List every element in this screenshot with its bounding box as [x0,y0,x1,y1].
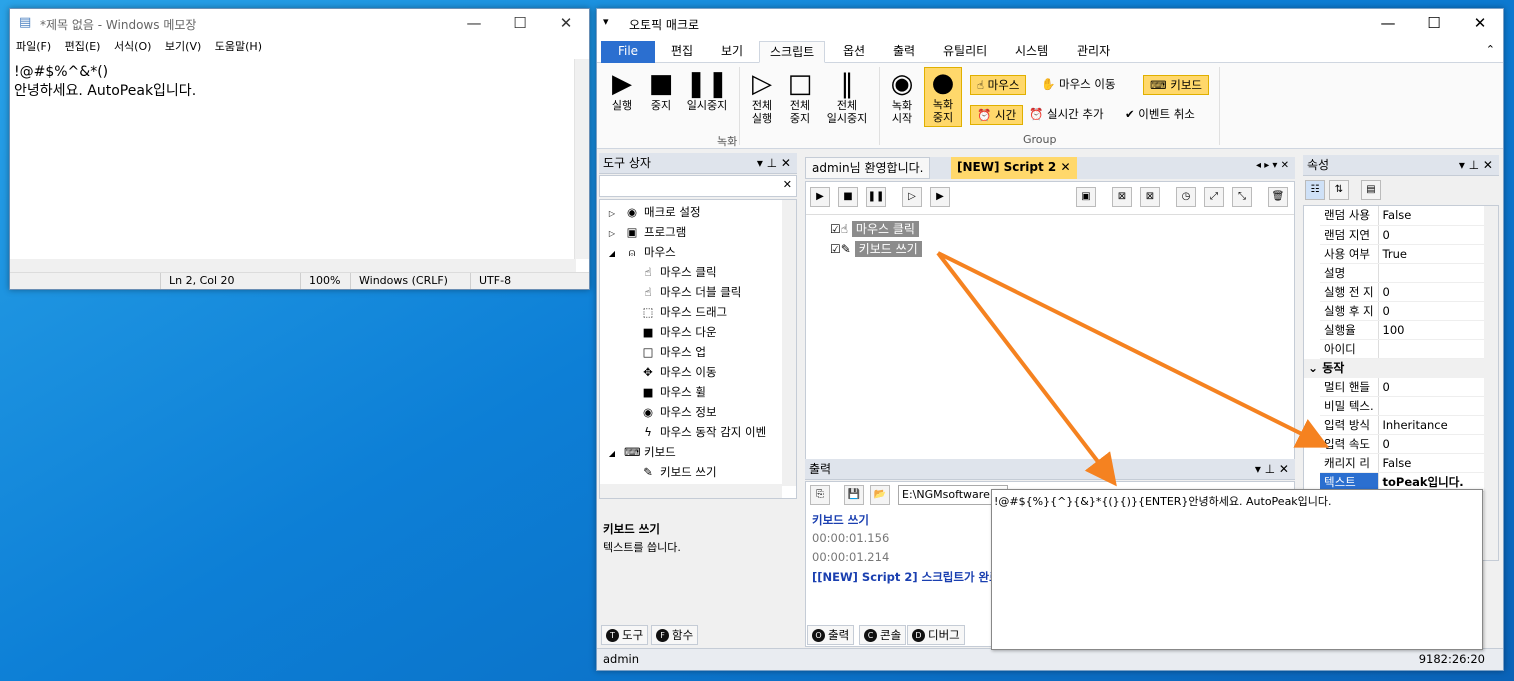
arrow-to-popup [936,251,1117,487]
desktop: { "notepad": { "title": "*제목 없음 - Window… [0,0,1514,681]
arrow-to-text-property [937,251,1330,448]
annotation-arrows [936,251,1330,487]
